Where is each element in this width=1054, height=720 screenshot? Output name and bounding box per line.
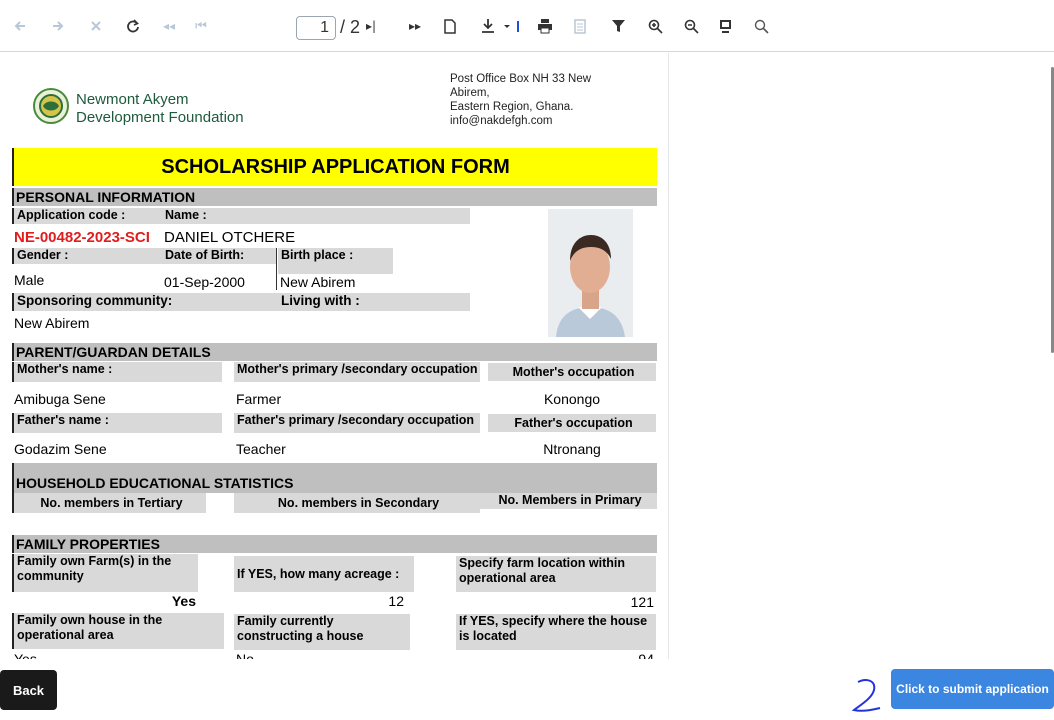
father-occupation-value: Ntronang [543,441,601,457]
community-value: New Abirem [14,315,90,331]
close-icon[interactable] [88,14,104,38]
last-page-icon[interactable]: ▸▸ [406,14,424,38]
father-occupation-label: Father's occupation [488,414,656,432]
house-value: Yes [14,651,37,659]
next-page-icon[interactable]: ▸| [364,14,378,38]
prev-page-icon[interactable]: ⏮ [194,14,208,38]
acreage-value: 12 [388,593,404,609]
farm-location-label: Specify farm location within operational … [456,556,656,592]
refresh-icon[interactable] [124,14,142,38]
community-label: Sponsoring community: [12,293,278,311]
back-button[interactable]: Back [0,670,57,710]
form-title: SCHOLARSHIP APPLICATION FORM [12,148,657,186]
report-viewer-toolbar: ◂◂ ⏮ 1 / 2 ▸| ▸▸ [0,0,1054,52]
page-total: / 2 [340,17,361,37]
mother-occupation2-value: Farmer [236,391,282,407]
mother-name-label: Mother's name : [12,362,222,382]
print-preview-icon[interactable] [572,14,588,38]
farm-label: Family own Farm(s) in the community [12,554,198,592]
father-occupation2-value: Teacher [236,441,286,457]
section-personal: PERSONAL INFORMATION [12,188,657,206]
foundation-logo [33,88,69,124]
gender-value: Male [14,272,45,288]
house-location-value: 94 [638,651,654,659]
mother-occupation2-label: Mother's primary /secondary occupation [234,362,480,382]
document-icon[interactable] [442,14,458,38]
arrow-left-icon[interactable] [12,14,28,38]
house-location-label: If YES, specify where the house is locate… [456,614,656,650]
father-name-value: Godazim Sene [14,441,107,457]
export-icon[interactable] [480,14,524,38]
house-label: Family own house in the operational area [12,613,224,649]
mother-occupation-value: Konongo [543,391,601,407]
zoom-out-icon[interactable] [682,14,700,38]
living-with-label: Living with : [278,293,470,311]
farm-value: Yes [171,593,196,609]
app-code-label: Application code : [12,208,162,224]
divider [276,248,277,290]
primary-label: No. Members in Primary [480,493,657,509]
gender-label: Gender : [12,248,162,264]
fullscreen-icon[interactable] [716,14,734,38]
applicant-photo [548,209,633,337]
first-page-icon[interactable]: ◂◂ [160,14,178,38]
org-name: Newmont Akyem Development Foundation [76,91,244,126]
applicant-name: DANIEL OTCHERE [164,229,296,246]
report-page: Newmont Akyem Development Foundation Pos… [10,53,658,659]
farm-location-value: 121 [630,594,654,610]
page-number-input[interactable]: 1 [296,16,336,40]
birthplace-value: New Abirem [280,274,356,290]
section-family: FAMILY PROPERTIES [12,535,657,553]
name-label: Name : [162,208,470,224]
section-parent: PARENT/GUARDAN DETAILS [12,343,657,361]
mother-occupation-label: Mother's occupation [488,363,656,381]
mother-name-value: Amibuga Sene [14,391,106,407]
page-separator [668,53,669,659]
report-viewer[interactable]: Newmont Akyem Development Foundation Pos… [0,53,1054,659]
submit-application-button[interactable]: Click to submit application [891,669,1054,709]
application-code: NE-00482-2023-SCI [14,229,150,246]
secondary-label: No. members in Secondary [234,493,480,513]
search-icon[interactable] [752,14,770,38]
filter-icon[interactable] [610,14,626,38]
org-address: Post Office Box NH 33 New Abirem, Easter… [450,73,592,127]
zoom-in-icon[interactable] [646,14,664,38]
father-occupation2-label: Father's primary /secondary occupation [234,413,480,433]
tertiary-label: No. members in Tertiary [12,493,206,513]
dob-label: Date of Birth: [162,248,277,264]
father-name-label: Father's name : [12,413,222,433]
acreage-label: If YES, how many acreage : [234,556,414,592]
print-icon[interactable] [536,14,554,38]
arrow-right-icon[interactable] [50,14,66,38]
constructing-label: Family currently constructing a house [234,614,410,650]
constructing-value: No [236,651,254,659]
birthplace-label: Birth place : [278,248,393,274]
handwritten-mark [851,679,881,712]
dob-value: 01-Sep-2000 [164,274,245,290]
section-household: HOUSEHOLD EDUCATIONAL STATISTICS [12,463,657,493]
